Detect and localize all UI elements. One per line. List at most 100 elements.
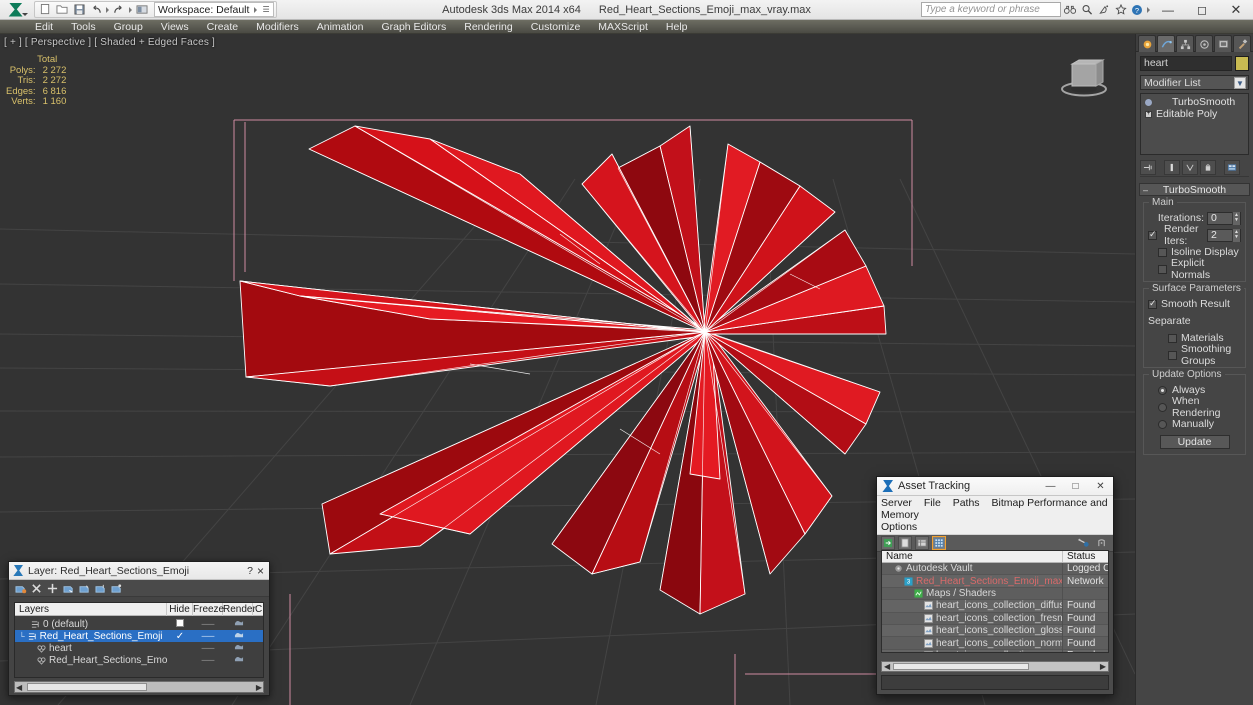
asset-minimize-button[interactable]: — (1038, 477, 1063, 496)
freeze-cell[interactable]: ── (193, 655, 223, 665)
explicit-normals-checkbox[interactable] (1158, 264, 1167, 274)
menu-item-customize[interactable]: Customize (522, 20, 590, 34)
iterations-stepper[interactable]: 0 ▲ ▼ (1207, 211, 1241, 225)
manually-radio[interactable] (1158, 419, 1167, 429)
table-row[interactable]: heart ── (15, 642, 263, 654)
star-icon[interactable] (1112, 1, 1129, 18)
help-icon[interactable]: ? (1129, 1, 1146, 18)
hide-unhide-icon[interactable] (110, 582, 123, 595)
grid-icon[interactable] (932, 536, 946, 550)
table-row[interactable]: heart_icons_collection_glossiness.png Fo… (882, 624, 1108, 638)
table-row[interactable]: heart_icons_collection_fresnel.png Found (882, 612, 1108, 625)
asset-scroll-right-icon[interactable]: ▶ (1100, 662, 1108, 671)
collapse-icon[interactable]: – (1143, 185, 1148, 195)
layer-horizontal-scrollbar[interactable]: ◀ ▶ (14, 681, 264, 693)
asset-maximize-button[interactable]: □ (1063, 477, 1088, 496)
asset-menu-file[interactable]: File (924, 497, 941, 509)
display-tab-icon[interactable] (1214, 35, 1232, 52)
layer-help-button[interactable]: ? (247, 565, 253, 577)
modifier-list-dropdown[interactable]: Modifier List ▼ (1140, 75, 1249, 90)
asset-scroll-left-icon[interactable]: ◀ (882, 662, 890, 671)
hide-cell[interactable] (167, 618, 193, 630)
menu-item-help[interactable]: Help (657, 20, 697, 34)
asset-menu-options[interactable]: Options (881, 521, 917, 533)
update-option-when-rendering[interactable]: When Rendering (1148, 395, 1241, 419)
table-row[interactable]: heart_icons_collection_specular.png Foun… (882, 649, 1108, 652)
add-selection-icon[interactable] (46, 582, 59, 595)
layer-dialog[interactable]: Layer: Red_Heart_Sections_Emoji ? × Laye… (8, 561, 270, 696)
asset-scrollbar-thumb[interactable] (893, 663, 1029, 670)
render-iters-stepper[interactable]: 2 ▲ ▼ (1207, 228, 1241, 242)
smooth-result-checkbox[interactable] (1148, 298, 1157, 309)
magnifier-icon[interactable] (1078, 1, 1095, 18)
update-button[interactable]: Update (1159, 435, 1230, 449)
asset-tracking-dialog[interactable]: Asset Tracking — □ ✕ Server File Paths B… (876, 476, 1114, 695)
menu-item-maxscript[interactable]: MAXScript (589, 20, 657, 34)
menu-item-rendering[interactable]: Rendering (455, 20, 521, 34)
object-color-swatch[interactable] (1235, 56, 1249, 71)
table-row[interactable]: heart_icons_collection_diffuse.png Found (882, 599, 1108, 613)
menu-item-views[interactable]: Views (152, 20, 198, 34)
viewport-label[interactable]: [ + ] [ Perspective ] [ Shaded + Edged F… (4, 37, 215, 48)
close-button[interactable]: ✕ (1219, 0, 1253, 20)
materials-checkbox[interactable] (1168, 333, 1177, 343)
maximize-button[interactable]: ◻ (1185, 0, 1219, 20)
stack-item-editable-poly[interactable]: + Editable Poly (1141, 108, 1248, 120)
table-row[interactable]: 3 Red_Heart_Sections_Emoji_max_vray.max … (882, 574, 1108, 588)
menu-item-edit[interactable]: Edit (26, 20, 62, 34)
list-icon[interactable] (915, 536, 929, 550)
utilities-tab-icon[interactable] (1233, 35, 1251, 52)
satellite-icon[interactable] (1095, 1, 1112, 18)
layer-list[interactable]: Layers Hide Freeze Render C 0 (default) … (14, 602, 264, 678)
chevron-down-icon[interactable]: ▼ (1234, 77, 1246, 89)
spinner-arrows-icon[interactable]: ▲ ▼ (1232, 211, 1240, 225)
table-row[interactable]: 0 (default) ── (15, 618, 263, 630)
table-row[interactable]: Red_Heart_Sections_Emoji ── (15, 654, 263, 666)
smoothing-groups-row[interactable]: Smoothing Groups (1148, 343, 1241, 367)
render-iters-checkbox[interactable] (1148, 229, 1157, 240)
select-highlighted-icon[interactable] (78, 582, 91, 595)
table-row[interactable]: heart_icons_collection_normal.png Found (882, 636, 1108, 650)
view-cube-icon[interactable] (1053, 56, 1115, 100)
make-unique-icon[interactable] (1182, 159, 1198, 175)
modifier-stack[interactable]: TurboSmooth + Editable Poly (1140, 93, 1249, 155)
hierarchy-tab-icon[interactable] (1176, 35, 1194, 52)
pin-stack-icon[interactable] (1140, 159, 1156, 175)
scroll-right-icon[interactable]: ▶ (256, 683, 262, 692)
table-row[interactable]: Maps / Shaders (882, 587, 1108, 601)
scrollbar-thumb[interactable] (27, 683, 147, 691)
render-cell[interactable] (225, 630, 253, 642)
menu-item-animation[interactable]: Animation (308, 20, 373, 34)
table-row[interactable]: └ Red_Heart_Sections_Emoji ✓ ── (15, 630, 263, 642)
select-objects-icon[interactable] (62, 582, 75, 595)
motion-tab-icon[interactable] (1195, 35, 1213, 52)
render-cell[interactable] (225, 618, 253, 630)
highlight-selected-icon[interactable] (94, 582, 107, 595)
freeze-cell[interactable]: ── (193, 619, 223, 629)
asset-horizontal-scrollbar[interactable]: ◀ ▶ (881, 661, 1109, 672)
menu-item-group[interactable]: Group (105, 20, 152, 34)
menu-item-create[interactable]: Create (198, 20, 248, 34)
freeze-cell[interactable]: ── (193, 631, 223, 641)
binoculars-icon[interactable] (1061, 1, 1078, 18)
table-row[interactable]: Autodesk Vault Logged O (882, 562, 1108, 576)
scroll-left-icon[interactable]: ◀ (16, 683, 22, 692)
asset-menu-bitmap[interactable]: Bitmap Performance and Memory (881, 497, 1108, 521)
spinner-arrows-icon-2[interactable]: ▲ ▼ (1232, 228, 1240, 242)
always-radio[interactable] (1158, 385, 1167, 395)
create-tab-icon[interactable] (1138, 35, 1156, 52)
info-icon[interactable] (1095, 536, 1109, 550)
isoline-display-checkbox[interactable] (1158, 247, 1167, 257)
help-dropdown-icon[interactable] (1147, 6, 1150, 13)
update-option-manually[interactable]: Manually (1148, 417, 1241, 431)
remove-modifier-icon[interactable] (1200, 159, 1216, 175)
delete-layer-icon[interactable] (30, 582, 43, 595)
show-end-result-icon[interactable] (1164, 159, 1180, 175)
freeze-cell[interactable]: ── (193, 643, 223, 653)
render-cell[interactable] (225, 654, 253, 666)
explicit-normals-row[interactable]: Explicit Normals (1148, 257, 1241, 281)
layer-close-button[interactable]: × (257, 564, 264, 578)
when-rendering-radio[interactable] (1158, 402, 1167, 412)
configure-sets-icon[interactable] (1224, 159, 1240, 175)
search-input[interactable]: Type a keyword or phrase (921, 2, 1061, 17)
